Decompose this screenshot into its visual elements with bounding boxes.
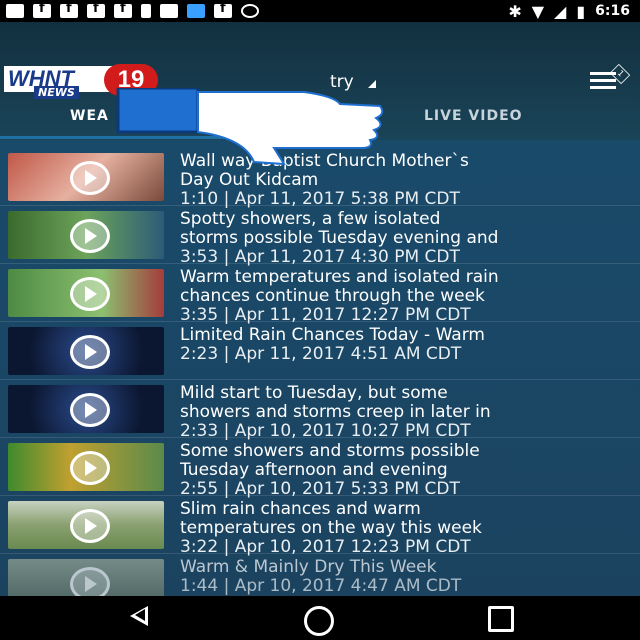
facebook-icon	[87, 1, 105, 18]
dropdown-caret-icon[interactable]	[368, 80, 376, 88]
video-info[interactable]: Warm & Mainly Dry This Week 1:44 | Apr 1…	[180, 558, 636, 596]
thumbs-down-icon	[116, 88, 384, 166]
video-thumbnail[interactable]	[8, 501, 164, 549]
video-item[interactable]: Spotty showers, a few isolated storms po…	[0, 206, 640, 267]
tab-live-video[interactable]: LIVE VIDEO	[424, 108, 523, 124]
app-d-icon	[187, 4, 205, 18]
video-title-line1: Warm & Mainly Dry This Week	[180, 558, 437, 577]
play-icon[interactable]	[70, 219, 110, 253]
video-title-line1: Mild start to Tuesday, but some	[180, 384, 448, 403]
video-thumbnail[interactable]	[8, 385, 164, 433]
wifi-icon: ▼	[531, 1, 545, 21]
video-title-line1: Spotty showers, a few isolated	[180, 210, 441, 229]
video-item[interactable]: Warm temperatures and isolated rain chan…	[0, 264, 640, 325]
video-title-line1: Warm temperatures and isolated rain	[180, 268, 499, 287]
signal-icon: ◢	[554, 1, 567, 21]
video-item[interactable]: Some showers and storms possible Tuesday…	[0, 438, 640, 499]
cast-icon	[160, 4, 178, 18]
video-title-line2: showers and storms creep in later in	[180, 403, 491, 422]
video-thumbnail[interactable]	[8, 559, 164, 599]
recent-apps-icon[interactable]	[488, 606, 514, 632]
home-icon[interactable]	[304, 606, 334, 636]
video-title-line2: Day Out Kidcam	[180, 171, 319, 190]
battery-icon: ▮	[576, 1, 586, 21]
video-title-line2: storms possible Tuesday evening and	[180, 229, 499, 248]
video-info[interactable]: Slim rain chances and warm temperatures …	[180, 500, 636, 557]
play-icon[interactable]	[70, 277, 110, 311]
video-meta: 2:23 | Apr 11, 2017 4:51 AM CDT	[180, 345, 462, 364]
video-item[interactable]: Mild start to Tuesday, but some showers …	[0, 380, 640, 441]
circle-icon	[241, 4, 259, 18]
video-title-line1: Slim rain chances and warm	[180, 500, 421, 519]
facebook-icon	[214, 1, 232, 18]
clock: 6:16	[595, 3, 630, 19]
status-bar: ✱ ▼ ◢ ▮ 6:16	[0, 0, 640, 22]
system-status: ✱ ▼ ◢ ▮ 6:16	[508, 0, 630, 22]
video-info[interactable]: Limited Rain Chances Today - Warm 2:23 |…	[180, 326, 636, 364]
video-item[interactable]: Limited Rain Chances Today - Warm 2:23 |…	[0, 322, 640, 380]
video-title-line2: temperatures on the way this week	[180, 519, 482, 538]
facebook-icon	[60, 1, 78, 18]
video-thumbnail[interactable]	[8, 443, 164, 491]
menu-line	[590, 79, 616, 82]
facebook-icon	[114, 1, 132, 18]
logo-news: NEWS	[34, 86, 79, 99]
facebook-icon	[33, 1, 51, 18]
back-icon-inner	[135, 609, 145, 621]
video-info[interactable]: Spotty showers, a few isolated storms po…	[180, 210, 636, 267]
video-title-line2: Tuesday afternoon and evening	[180, 461, 448, 480]
play-icon[interactable]	[70, 567, 110, 599]
video-info[interactable]: Some showers and storms possible Tuesday…	[180, 442, 636, 499]
video-info[interactable]: Warm temperatures and isolated rain chan…	[180, 268, 636, 325]
play-icon[interactable]	[70, 335, 110, 369]
video-title-line1: Limited Rain Chances Today - Warm	[180, 326, 485, 345]
menu-line	[590, 86, 616, 89]
chat-icon	[6, 4, 24, 18]
play-icon[interactable]	[70, 451, 110, 485]
play-icon[interactable]	[70, 393, 110, 427]
notification-icons	[0, 1, 259, 18]
navigation-bar	[0, 596, 640, 640]
video-item[interactable]: Slim rain chances and warm temperatures …	[0, 496, 640, 557]
video-title-line2: chances continue through the week	[180, 287, 485, 306]
video-thumbnail[interactable]	[8, 211, 164, 259]
video-thumbnail[interactable]	[8, 269, 164, 317]
bluetooth-icon: ✱	[508, 1, 522, 21]
video-list[interactable]: Wall way Baptist Church Mother`s Day Out…	[0, 140, 640, 612]
video-meta: 1:44 | Apr 10, 2017 4:47 AM CDT	[180, 577, 462, 596]
video-thumbnail[interactable]	[8, 327, 164, 375]
video-title-line1: Some showers and storms possible	[180, 442, 480, 461]
person-icon	[141, 4, 151, 18]
video-info[interactable]: Mild start to Tuesday, but some showers …	[180, 384, 636, 441]
play-icon[interactable]	[70, 509, 110, 543]
